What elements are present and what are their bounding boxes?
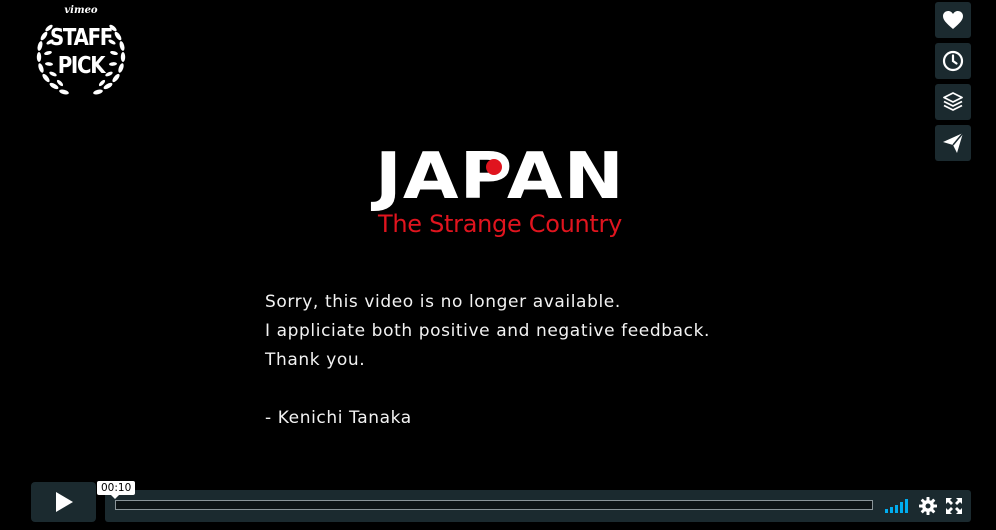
staff-pick-line1: STAFF [49, 25, 113, 51]
progress-bar[interactable] [115, 500, 873, 510]
clock-icon [942, 50, 964, 72]
message-signature: - Kenichi Tanaka [265, 408, 412, 428]
collections-button[interactable] [935, 84, 971, 120]
japan-title-text: JAPAN [371, 140, 625, 212]
control-bar [105, 490, 971, 522]
staff-pick-line2: PICK [57, 53, 106, 79]
staff-pick-badge: vimeo STAFF PICK [34, 6, 128, 98]
laurel-wreath-icon [36, 24, 126, 95]
layers-icon [943, 92, 963, 111]
red-sun-dot [486, 159, 502, 175]
vimeo-logo-text: vimeo [64, 5, 98, 16]
message-line-2: I appliciate both positive and negative … [265, 321, 711, 341]
paper-plane-icon [943, 132, 964, 153]
play-icon [55, 492, 73, 512]
heart-icon [943, 11, 963, 29]
current-time-tooltip: 00:10 [97, 481, 136, 499]
video-player[interactable]: vimeo STAFF PICK JAPAN The Strange Count… [0, 0, 996, 530]
like-button[interactable] [935, 2, 971, 38]
volume-bars-icon[interactable] [885, 499, 911, 513]
share-button[interactable] [935, 125, 971, 161]
message-line-3: Thank you. [265, 350, 366, 370]
watch-later-button[interactable] [935, 43, 971, 79]
play-button[interactable] [31, 482, 96, 522]
japan-title: JAPAN [371, 140, 625, 212]
gear-icon[interactable] [919, 497, 937, 515]
fullscreen-icon[interactable] [946, 498, 962, 514]
unavailable-message: Sorry, this video is no longer available… [265, 288, 825, 433]
message-line-1: Sorry, this video is no longer available… [265, 292, 621, 312]
japan-subtitle: The Strange Country [378, 210, 622, 238]
